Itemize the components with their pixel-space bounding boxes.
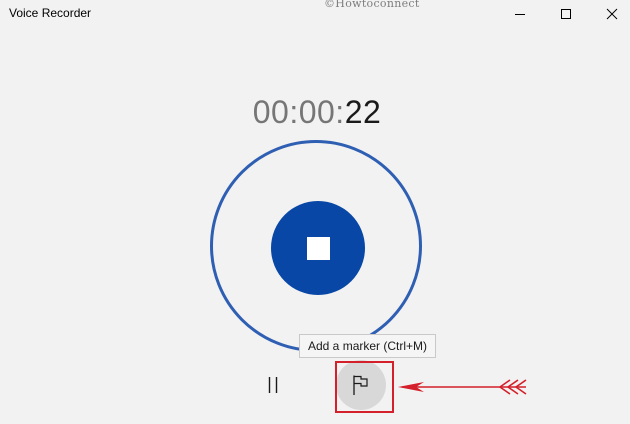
window-title: Voice Recorder	[9, 6, 92, 20]
stop-recording-button[interactable]	[271, 201, 365, 295]
minimize-button[interactable]	[497, 0, 543, 28]
close-icon	[606, 8, 618, 20]
timer-elapsed-seconds: 22	[344, 94, 382, 130]
maximize-button[interactable]	[543, 0, 589, 28]
pause-button[interactable]	[254, 366, 292, 404]
annotation-arrow-icon	[398, 379, 527, 395]
recording-timer: 00:00:22	[0, 94, 630, 131]
maximize-icon	[561, 9, 571, 19]
watermark: ©Howtoconnect	[324, 0, 420, 10]
close-button[interactable]	[589, 0, 630, 28]
marker-highlight-box	[335, 361, 394, 413]
timer-elapsed-prefix: 00:00:	[252, 94, 345, 130]
minimize-icon	[515, 14, 525, 15]
title-bar: Voice Recorder ©Howtoconnect	[0, 0, 630, 28]
stop-icon	[306, 236, 330, 260]
add-marker-tooltip: Add a marker (Ctrl+M)	[299, 334, 437, 358]
pause-icon	[268, 377, 278, 393]
